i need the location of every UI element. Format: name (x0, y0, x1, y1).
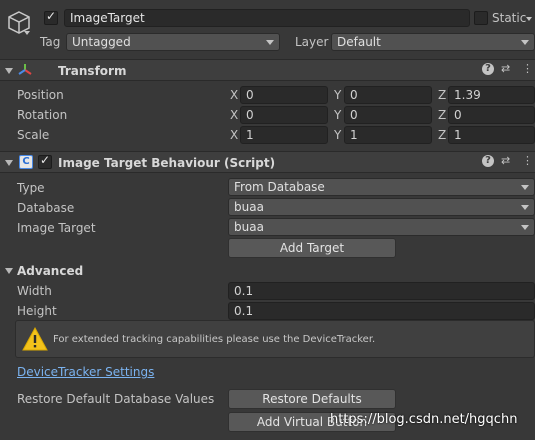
menu-icon[interactable]: ⋮ (522, 154, 533, 167)
warning-text: For extended tracking capabilities pleas… (53, 334, 376, 345)
scale-y-field[interactable]: 1 (344, 126, 432, 144)
height-field[interactable]: 0.1 (228, 302, 535, 320)
advanced-foldout-arrow[interactable] (5, 268, 13, 274)
axis-x-label[interactable]: X (230, 106, 238, 124)
width-label: Width (17, 284, 52, 298)
chevron-down-icon (521, 40, 529, 45)
database-value: buaa (234, 200, 264, 214)
rotation-y-field[interactable]: 0 (344, 106, 432, 124)
axis-y-label[interactable]: Y (334, 106, 341, 124)
chevron-down-icon (521, 205, 529, 210)
layer-label: Layer (295, 35, 329, 49)
axis-x-label[interactable]: X (230, 126, 238, 144)
transform-icon (17, 62, 33, 78)
chevron-down-icon (521, 225, 529, 230)
layer-value: Default (337, 35, 381, 49)
axis-y-label[interactable]: Y (334, 86, 341, 104)
rotation-x-field[interactable]: 0 (240, 106, 328, 124)
position-z-field[interactable]: 1.39 (448, 86, 535, 104)
scale-x-field[interactable]: 1 (240, 126, 328, 144)
device-tracker-settings-link[interactable]: DeviceTracker Settings (17, 364, 154, 380)
object-name-input[interactable]: ImageTarget (64, 9, 470, 27)
warning-icon (22, 326, 48, 352)
scale-z-field[interactable]: 1 (448, 126, 535, 144)
advanced-title[interactable]: Advanced (17, 263, 83, 279)
active-checkbox[interactable] (44, 9, 58, 25)
menu-icon[interactable]: ⋮ (522, 62, 533, 75)
axis-x-label[interactable]: X (230, 86, 238, 104)
help-icon[interactable]: ? (482, 63, 494, 75)
image-target-dropdown[interactable]: buaa (228, 218, 535, 236)
static-dropdown-arrow[interactable] (526, 17, 532, 21)
database-label: Database (17, 201, 75, 215)
tag-value: Untagged (72, 35, 131, 49)
position-label: Position (17, 88, 64, 102)
tag-dropdown[interactable]: Untagged (66, 33, 280, 51)
watermark-text: https://blog.csdn.net/hgqchn (330, 412, 518, 427)
scale-label: Scale (17, 128, 50, 142)
rotation-label: Rotation (17, 108, 68, 122)
width-field[interactable]: 0.1 (228, 282, 535, 300)
warning-helpbox: For extended tracking capabilities pleas… (15, 320, 535, 358)
restore-label: Restore Default Database Values (17, 392, 215, 406)
axis-z-label[interactable]: Z (438, 86, 446, 104)
script-icon: C (19, 155, 33, 169)
rotation-z-field[interactable]: 0 (448, 106, 535, 124)
axis-y-label[interactable]: Y (334, 126, 341, 144)
behaviour-foldout-arrow[interactable] (5, 160, 13, 166)
image-target-value: buaa (234, 220, 264, 234)
type-value: From Database (234, 180, 325, 194)
static-label: Static (492, 11, 527, 25)
chevron-down-icon (521, 185, 529, 190)
tag-label: Tag (40, 35, 61, 49)
type-dropdown[interactable]: From Database (228, 178, 535, 196)
transform-foldout-arrow[interactable] (5, 68, 13, 74)
position-x-field[interactable]: 0 (240, 86, 328, 104)
height-label: Height (17, 304, 57, 318)
layer-dropdown[interactable]: Default (331, 33, 535, 51)
type-label: Type (17, 181, 45, 195)
preset-icon[interactable]: ⇄ (501, 62, 510, 75)
static-checkbox[interactable] (474, 11, 488, 25)
database-dropdown[interactable]: buaa (228, 198, 535, 216)
behaviour-enabled-checkbox[interactable] (38, 153, 52, 169)
add-target-button[interactable]: Add Target (228, 238, 396, 258)
axis-z-label[interactable]: Z (438, 106, 446, 124)
transform-title: Transform (58, 64, 127, 78)
behaviour-title: Image Target Behaviour (Script) (58, 156, 276, 170)
chevron-down-icon (266, 40, 274, 45)
position-y-field[interactable]: 0 (344, 86, 432, 104)
image-target-label: Image Target (17, 221, 96, 235)
help-icon[interactable]: ? (482, 155, 494, 167)
gameobject-icon-dropdown-arrow[interactable] (24, 31, 30, 35)
preset-icon[interactable]: ⇄ (501, 154, 510, 167)
restore-defaults-button[interactable]: Restore Defaults (228, 389, 396, 409)
axis-z-label[interactable]: Z (438, 126, 446, 144)
